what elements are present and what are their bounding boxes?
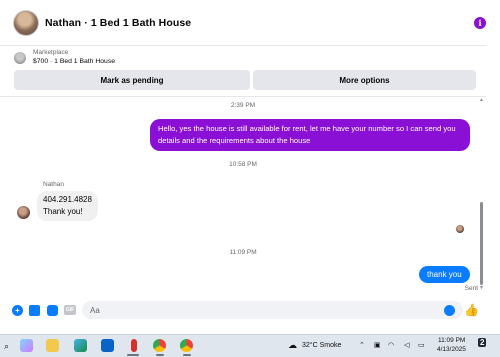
wifi-icon[interactable]: ◠	[388, 341, 394, 349]
listing-title: $700 · 1 Bed 1 Bath House	[33, 58, 115, 65]
mark-as-pending-button[interactable]: Mark as pending	[14, 70, 250, 90]
chevron-up-icon[interactable]: ⌃	[359, 341, 365, 349]
avatar[interactable]	[13, 9, 39, 36]
scroll-down-arrow-icon[interactable]: ▼	[479, 285, 484, 291]
marketplace-listing[interactable]: Marketplace $700 · 1 Bed 1 Bath House	[14, 48, 115, 67]
plus-icon[interactable]: +	[12, 305, 23, 316]
edge-icon[interactable]	[74, 339, 87, 352]
emoji-icon[interactable]	[444, 305, 455, 316]
timestamp: 10:58 PM	[229, 161, 257, 168]
open-app-indicator	[156, 354, 164, 356]
avatar[interactable]	[17, 206, 30, 219]
outlook-icon[interactable]	[101, 339, 114, 352]
sticker-icon[interactable]	[47, 305, 58, 316]
gif-icon[interactable]: GIF	[64, 305, 76, 315]
conversation-title[interactable]: Nathan · 1 Bed 1 Bath House	[45, 17, 191, 29]
listing-thumbnail	[14, 51, 26, 64]
marketplace-label: Marketplace	[33, 49, 69, 56]
incoming-message[interactable]: 404.291.4828 Thank you!	[37, 191, 98, 221]
clock-time[interactable]: 11:09 PM	[438, 337, 465, 344]
message-status: Sent	[464, 285, 478, 292]
scroll-up-arrow-icon[interactable]: ▲	[479, 97, 484, 103]
tray-app-icon[interactable]: ▣	[374, 341, 381, 349]
divider	[0, 96, 486, 97]
weather-text[interactable]: 32°C Smoke	[302, 342, 341, 349]
battery-icon[interactable]: ▭	[418, 341, 425, 349]
weather-icon[interactable]: ☁	[288, 340, 297, 351]
open-app-indicator	[183, 354, 191, 356]
active-app-indicator	[127, 354, 139, 356]
volume-icon[interactable]: ◁	[404, 341, 409, 349]
sender-name: Nathan	[43, 181, 64, 188]
message-input[interactable]: Aa	[82, 301, 463, 319]
file-explorer-icon[interactable]	[46, 339, 59, 352]
outgoing-message[interactable]: Hello, yes the house is still available …	[150, 119, 470, 151]
photo-icon[interactable]	[29, 305, 40, 316]
chat-header: Nathan · 1 Bed 1 Bath House	[0, 0, 486, 46]
copilot-icon[interactable]	[20, 339, 33, 352]
thumbs-up-icon[interactable]: 👍	[464, 303, 479, 317]
read-receipt-avatar	[456, 225, 464, 233]
chrome-profile-icon[interactable]	[180, 339, 193, 352]
notification-badge[interactable]: 2	[478, 338, 487, 347]
info-icon[interactable]: i	[474, 17, 486, 29]
scrollbar-thumb[interactable]	[480, 202, 483, 285]
timestamp: 11:09 PM	[229, 249, 257, 256]
timestamp: 2:39 PM	[230, 102, 256, 109]
chrome-icon[interactable]	[153, 339, 166, 352]
message-text: Thank you!	[43, 207, 83, 216]
pinned-app-icon[interactable]	[131, 339, 137, 352]
phone-number-text[interactable]: 404.291.4828	[43, 194, 92, 206]
clock-date[interactable]: 4/13/2025	[437, 346, 466, 353]
outgoing-message[interactable]: thank you	[419, 266, 470, 283]
more-options-button[interactable]: More options	[253, 70, 476, 90]
search-icon[interactable]: ⌕	[4, 341, 9, 352]
